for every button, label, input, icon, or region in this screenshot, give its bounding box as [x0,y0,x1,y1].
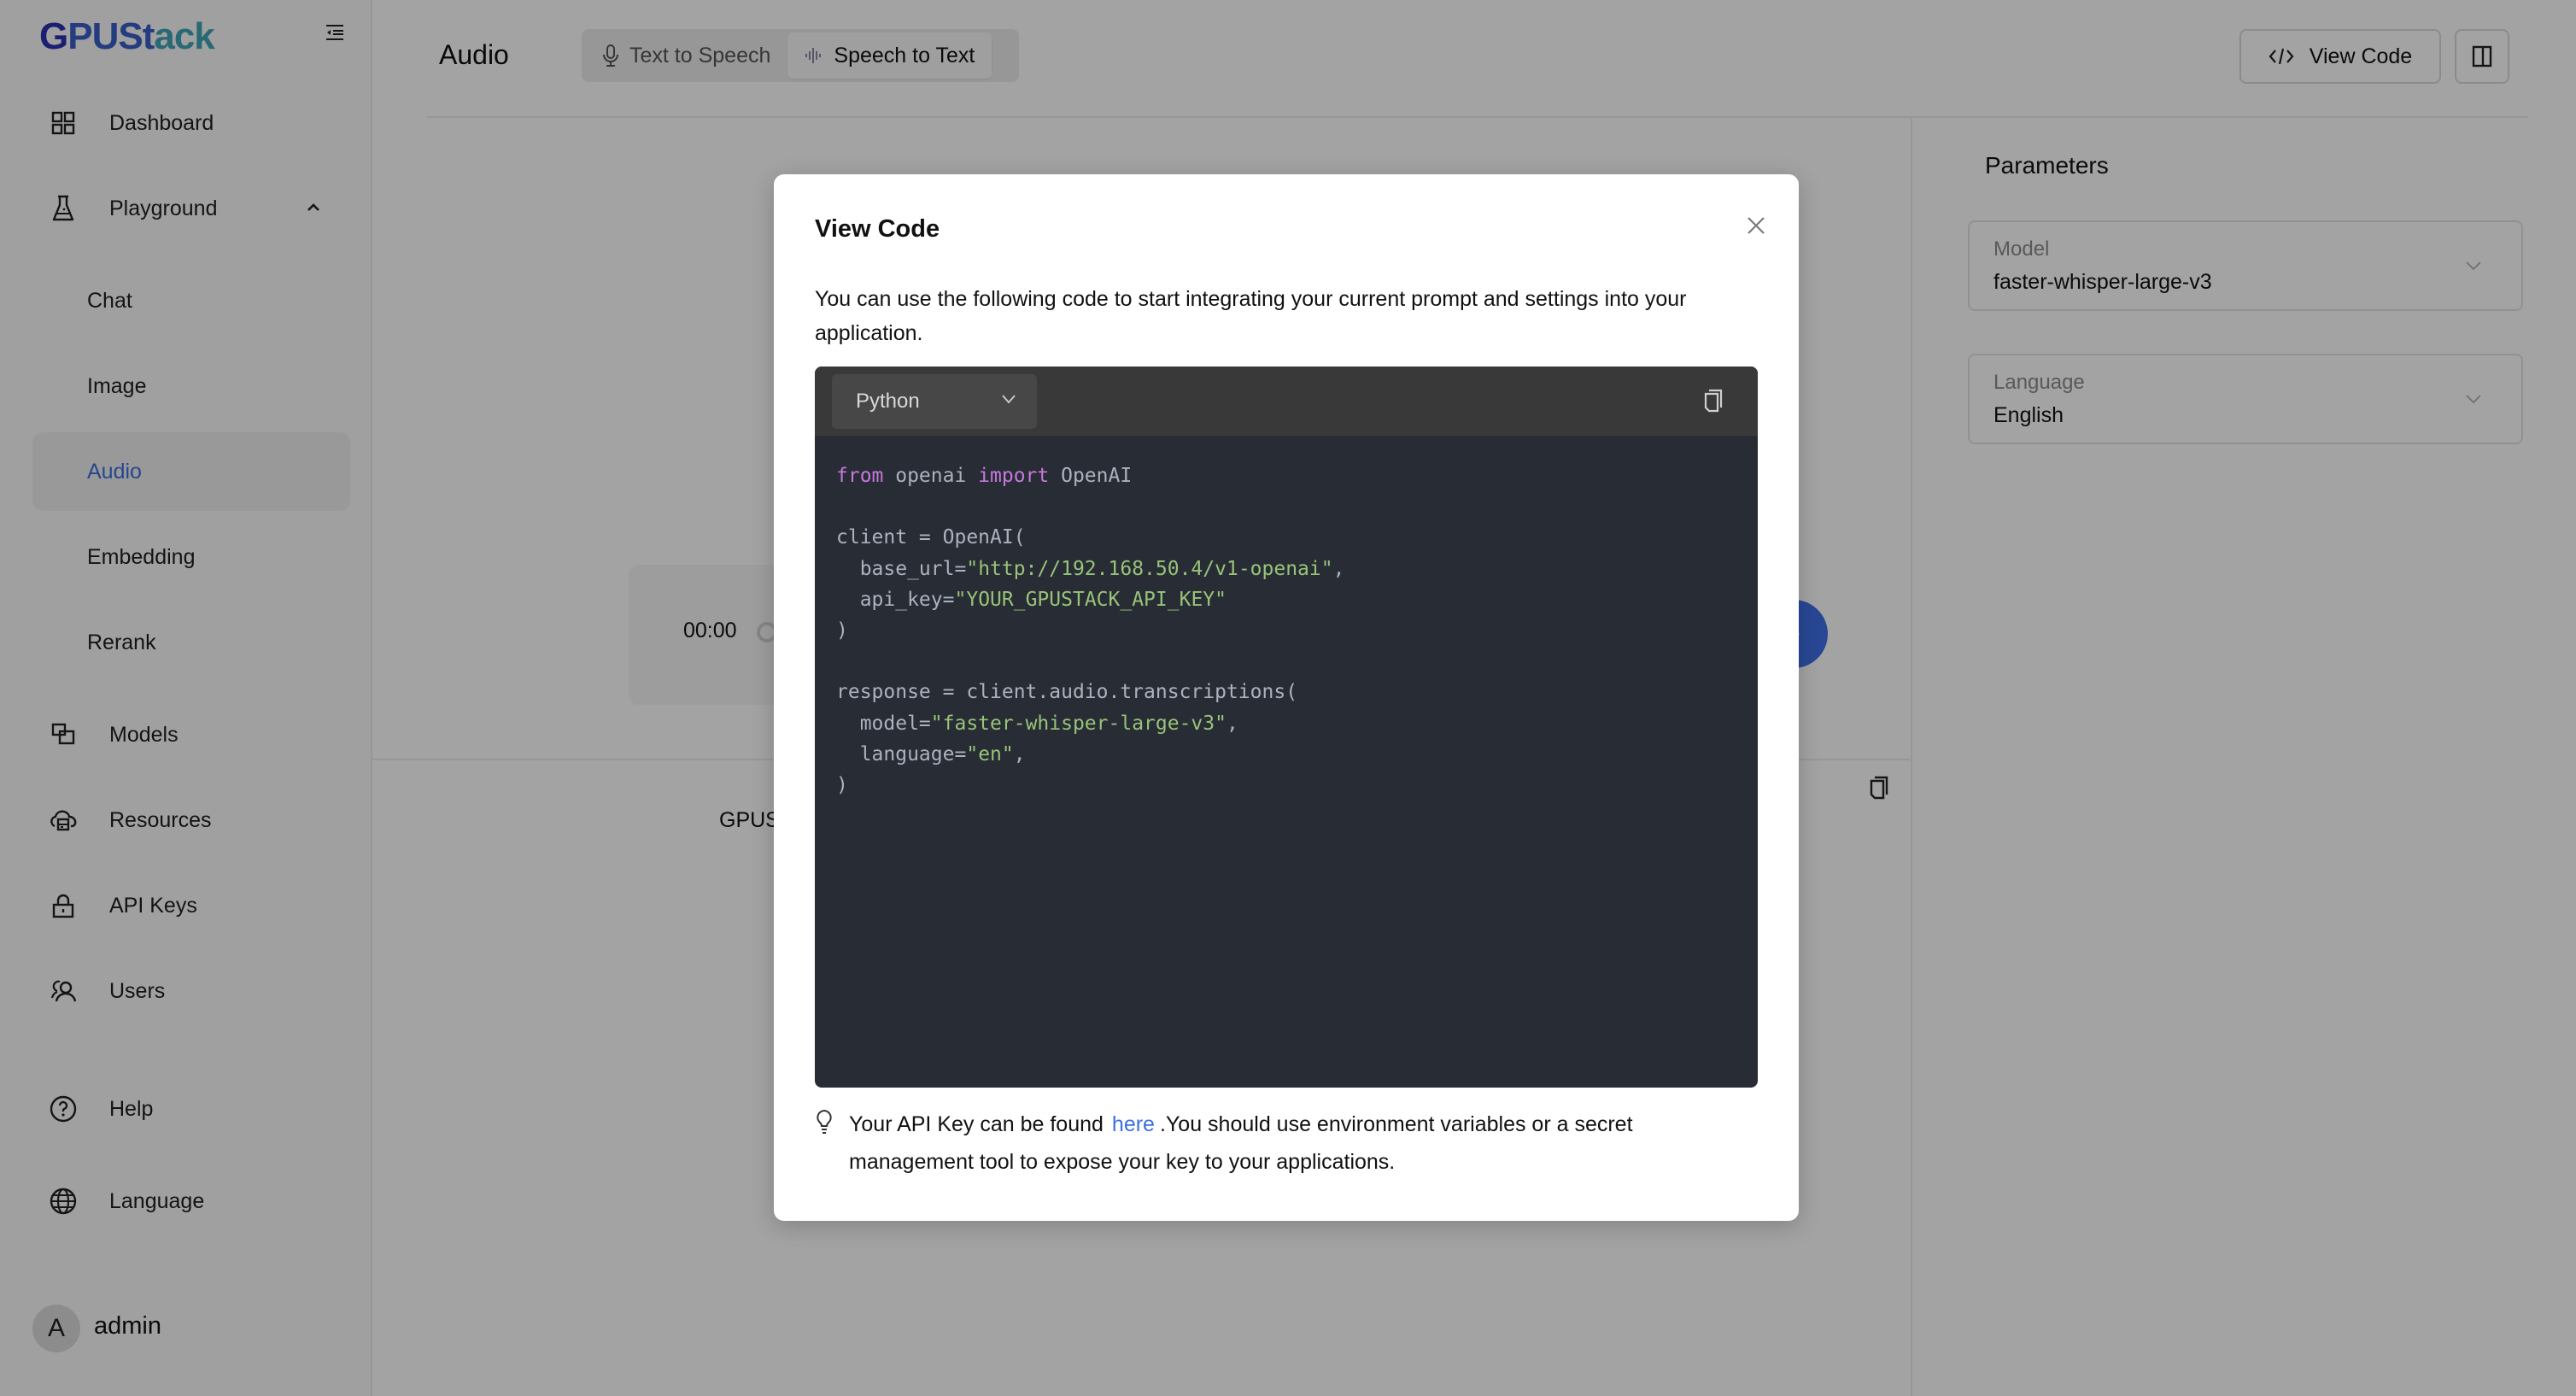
copy-icon [1704,389,1723,413]
lightbulb-icon [817,1109,832,1134]
tip-text: Your API Key can be found here .You should… [849,1112,1633,1174]
code-block-header: Python [815,367,1758,436]
modal-title: View Code [815,215,940,243]
view-code-modal: View Code You can use the following code… [774,174,1799,1221]
api-key-link[interactable]: here [1104,1112,1160,1136]
code-block: Python from openai import OpenAI client … [815,367,1758,1088]
copy-code-button[interactable] [1703,387,1724,417]
language-dropdown[interactable]: Python [832,374,1037,429]
close-button[interactable] [1741,210,1771,241]
modal-description: You can use the following code to start … [815,287,1687,345]
close-icon [1748,217,1765,234]
code-content[interactable]: from openai import OpenAI client = OpenA… [836,460,1344,801]
language-dropdown-value: Python [856,390,920,413]
chevron-down-icon [1002,395,1016,404]
